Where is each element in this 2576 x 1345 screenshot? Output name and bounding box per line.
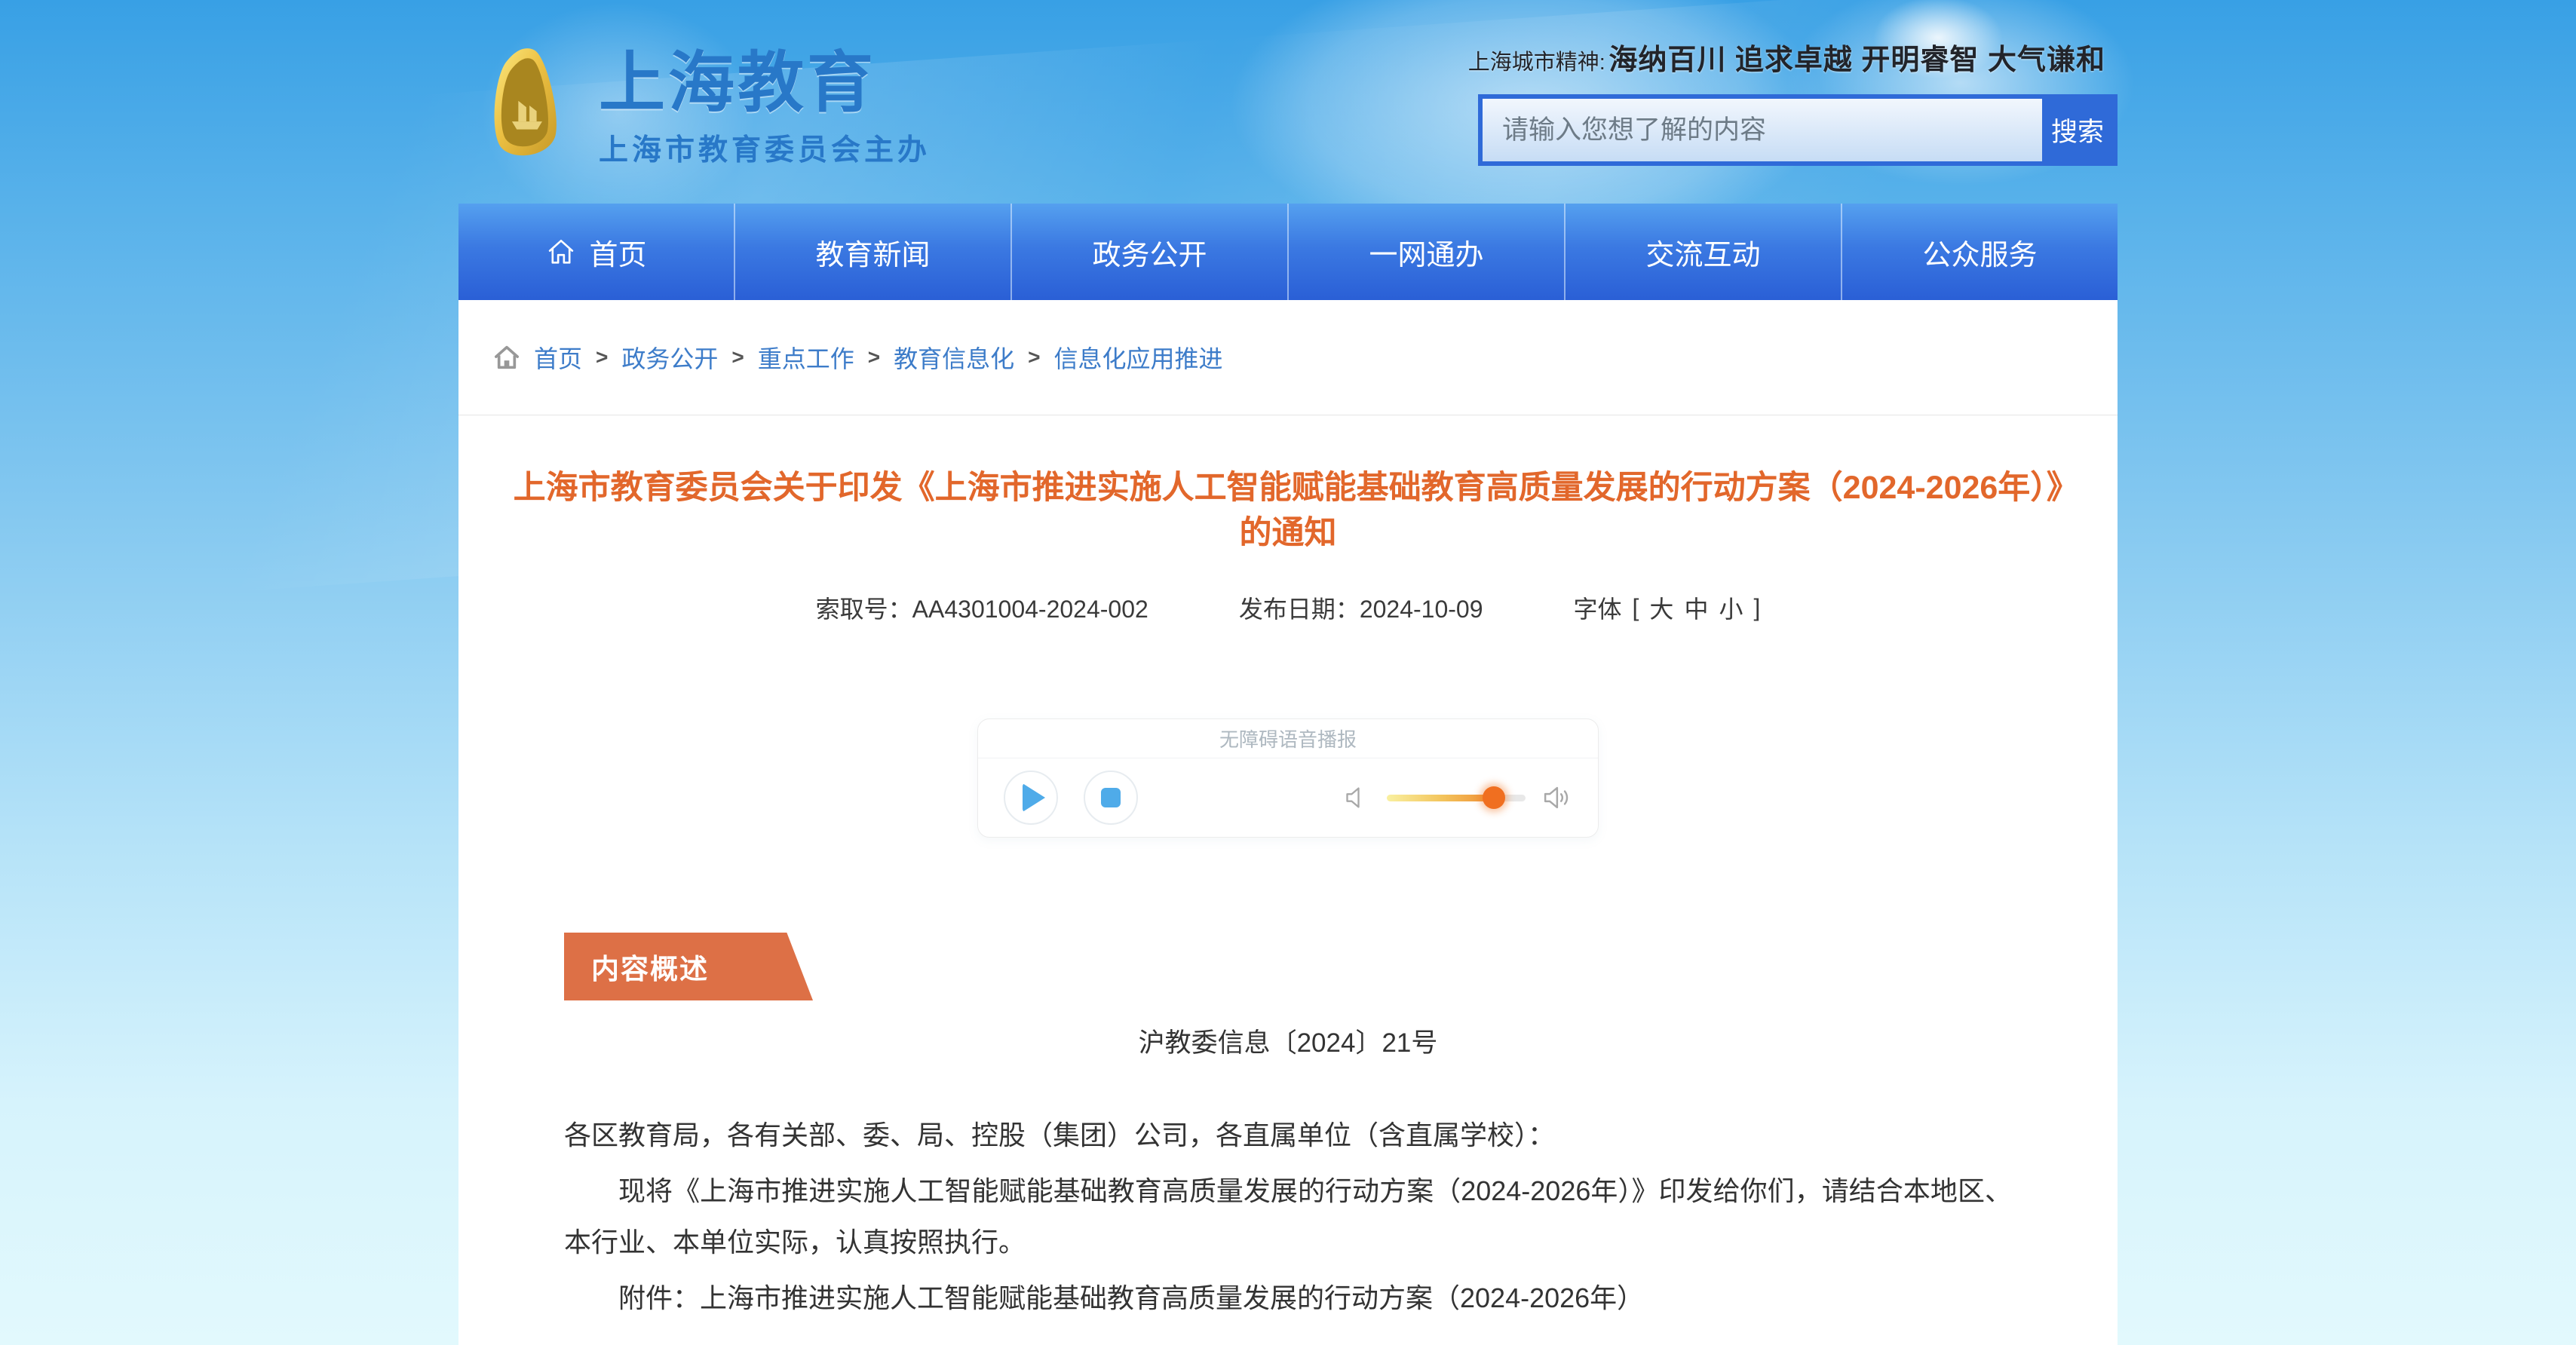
nav-item-label: 交流互动: [1645, 231, 1760, 273]
article-body: 各区教育局，各有关部、委、局、控股（集团）公司，各直属单位（含直属学校）： 现将…: [564, 1110, 2012, 1324]
breadcrumb-item-edu-informatization[interactable]: 教育信息化: [894, 340, 1014, 375]
site-subtitle: 上海市教育委员会主办: [599, 127, 931, 169]
meta-index-number: 索取号：AA4301004-2024-002: [816, 590, 1148, 625]
volume-slider[interactable]: [1387, 795, 1526, 801]
audio-player-controls: [978, 758, 1598, 837]
breadcrumb-separator: >: [730, 345, 745, 369]
audio-player-title: 无障碍语音播报: [978, 719, 1598, 758]
main-nav: 首页 教育新闻 政务公开 一网通办 交流互动 公众服务: [458, 204, 2118, 300]
home-icon: [545, 236, 577, 268]
nav-item-home[interactable]: 首页: [458, 204, 734, 300]
volume-slider-thumb[interactable]: [1483, 786, 1505, 809]
article-title: 上海市教育委员会关于印发《上海市推进实施人工智能赋能基础教育高质量发展的行动方案…: [508, 465, 2068, 556]
nav-item-label: 政务公开: [1092, 231, 1207, 273]
breadcrumb-item-home[interactable]: 首页: [534, 340, 582, 375]
nav-item-label: 一网通办: [1369, 231, 1483, 273]
nav-item-interaction[interactable]: 交流互动: [1564, 204, 1841, 300]
breadcrumb-separator: >: [1026, 345, 1041, 369]
article-paragraph: 各区教育局，各有关部、委、局、控股（集团）公司，各直属单位（含直属学校）：: [564, 1110, 2012, 1161]
article-meta-row: 索取号：AA4301004-2024-002 发布日期：2024-10-09 字…: [458, 590, 2118, 625]
city-spirit-motto: 海纳百川 追求卓越 开明睿智 大气谦和: [1608, 44, 2105, 76]
nav-item-one-stop-service[interactable]: 一网通办: [1287, 204, 1564, 300]
stop-icon: [1101, 788, 1121, 807]
volume-loud-icon[interactable]: [1541, 782, 1572, 813]
breadcrumb: 首页 > 政务公开 > 重点工作 > 教育信息化 > 信息化应用推进: [458, 300, 2118, 415]
nav-item-public-service[interactable]: 公众服务: [1841, 204, 2118, 300]
city-spirit-line: 上海城市精神: 海纳百川 追求卓越 开明睿智 大气谦和: [1363, 36, 2118, 78]
breadcrumb-home-icon[interactable]: [492, 342, 522, 372]
meta-index-value: AA4301004-2024-002: [912, 596, 1148, 623]
volume-mute-icon[interactable]: [1342, 783, 1372, 813]
site-logo[interactable]: 上海教育 上海市教育委员会主办: [486, 45, 931, 169]
city-spirit-prefix: 上海城市精神:: [1468, 51, 1605, 75]
article-paragraph: 现将《上海市推进实施人工智能赋能基础教育高质量发展的行动方案（2024-2026…: [564, 1166, 2012, 1268]
breadcrumb-item-it-application[interactable]: 信息化应用推进: [1054, 340, 1223, 375]
volume-control: [1342, 782, 1572, 813]
search-input[interactable]: [1483, 99, 2042, 161]
font-size-control: 字体 [ 大 中 小 ]: [1574, 590, 1761, 625]
breadcrumb-separator: >: [866, 345, 882, 369]
breadcrumb-item-key-work[interactable]: 重点工作: [758, 340, 854, 375]
meta-publish-date: 发布日期：2024-10-09: [1239, 590, 1483, 625]
article-paragraph-attachment: 附件：上海市推进实施人工智能赋能基础教育高质量发展的行动方案（2024-2026…: [564, 1273, 2012, 1324]
nav-item-news[interactable]: 教育新闻: [734, 204, 1010, 300]
banner-right: 上海城市精神: 海纳百川 追求卓越 开明睿智 大气谦和 搜索: [1363, 36, 2118, 166]
site-title: 上海教育: [599, 45, 931, 121]
content-panel: 首页 > 政务公开 > 重点工作 > 教育信息化 > 信息化应用推进 上海市教育…: [458, 300, 2118, 1345]
accessibility-audio-player: 无障碍语音播报: [977, 718, 1599, 838]
font-size-medium-button[interactable]: 中: [1684, 590, 1708, 625]
document-number: 沪教委信息〔2024〕21号: [458, 1022, 2118, 1060]
nav-item-label: 公众服务: [1922, 231, 2037, 273]
font-size-bracket: ]: [1753, 594, 1760, 622]
breadcrumb-item-gov-affairs[interactable]: 政务公开: [621, 340, 718, 375]
breadcrumb-separator: >: [594, 345, 609, 369]
page: 上海教育 上海市教育委员会主办 上海城市精神: 海纳百川 追求卓越 开明睿智 大…: [0, 0, 2576, 1345]
play-button[interactable]: [1004, 771, 1058, 825]
search-button[interactable]: 搜索: [2042, 99, 2113, 161]
meta-date-label: 发布日期：: [1239, 596, 1360, 623]
font-size-large-button[interactable]: 大: [1649, 590, 1673, 625]
site-banner: 上海教育 上海市教育委员会主办 上海城市精神: 海纳百川 追求卓越 开明睿智 大…: [458, 0, 2118, 204]
font-size-small-button[interactable]: 小: [1719, 590, 1743, 625]
meta-index-label: 索取号：: [816, 596, 912, 623]
nav-item-gov-affairs[interactable]: 政务公开: [1010, 204, 1287, 300]
font-size-bracket: [: [1633, 594, 1639, 622]
search-bar: 搜索: [1478, 94, 2118, 166]
site-logo-text: 上海教育 上海市教育委员会主办: [599, 45, 931, 169]
stop-button[interactable]: [1084, 771, 1138, 825]
play-icon: [1023, 783, 1045, 812]
nav-item-label: 首页: [589, 231, 646, 273]
meta-date-value: 2024-10-09: [1360, 596, 1483, 623]
section-tag-content-overview: 内容概述: [564, 933, 813, 1000]
shanghai-education-emblem-icon: [486, 45, 570, 164]
nav-item-label: 教育新闻: [815, 231, 930, 273]
font-size-label: 字体: [1574, 590, 1622, 625]
